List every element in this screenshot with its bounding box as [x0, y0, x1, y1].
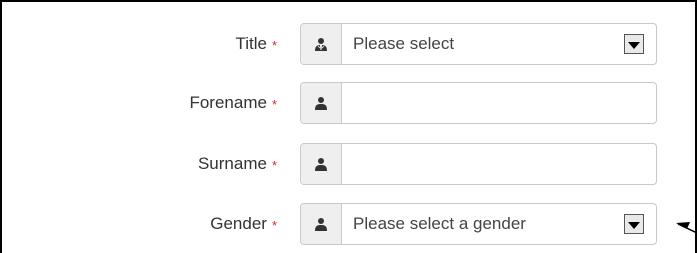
- annotation-arrow-icon: [676, 222, 697, 234]
